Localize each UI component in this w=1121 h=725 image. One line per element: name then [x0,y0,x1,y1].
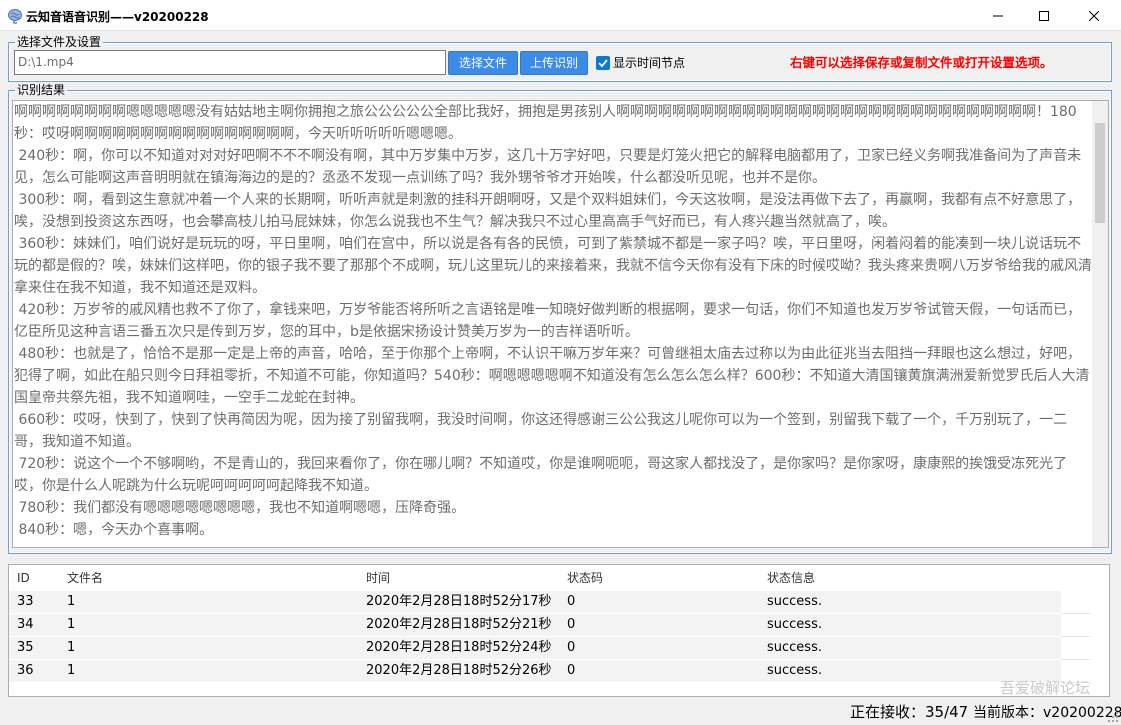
cell-filename: 1 [67,640,76,655]
column-header-time[interactable]: 时间 [366,567,390,589]
cell-status-info: success. [767,640,822,655]
table-row[interactable]: 33 1 2020年2月28日18时52分17秒 0 success. [9,591,1061,613]
close-button[interactable] [1067,0,1121,31]
row-divider [1061,659,1091,660]
table-row[interactable]: 35 1 2020年2月28日18时52分24秒 0 success. [9,637,1061,659]
result-text: 啊啊啊啊啊啊啊啊嗯嗯嗯嗯嗯没有姑姑地主啊你拥抱之旅公公公公公全部比我好，拥抱是男… [14,104,1092,538]
column-header-filename[interactable]: 文件名 [67,567,103,589]
row-divider [1061,613,1091,614]
row-divider [1061,636,1091,637]
cell-filename: 1 [67,594,76,609]
result-scrollbar[interactable] [1092,101,1108,547]
cell-status-code: 0 [567,594,576,609]
upload-recognize-button[interactable]: 上传识别 [520,51,588,75]
cell-status-info: success. [767,594,822,609]
table-row[interactable]: 36 1 2020年2月28日18时52分26秒 0 success. [9,660,1061,682]
minimize-button[interactable] [975,0,1021,31]
scrollbar-thumb[interactable] [1095,123,1105,223]
status-bar: 正在接收：35/47 当前版本：v20200228 [850,702,1121,723]
cell-time: 2020年2月28日18时52分26秒 [366,663,552,678]
column-header-status-code[interactable]: 状态码 [567,567,603,589]
settings-legend: 选择文件及设置 [15,35,104,49]
cell-filename: 1 [67,617,76,632]
checkmark-icon [598,59,608,68]
version-status: 当前版本：v20200228 [973,705,1121,721]
cell-status-code: 0 [567,617,576,632]
cell-id: 33 [17,594,34,609]
maximize-icon [1039,10,1049,21]
maximize-button[interactable] [1021,0,1067,31]
watermark: 吾爱破解论坛 [1000,679,1091,697]
close-icon [1089,10,1099,21]
cell-filename: 1 [67,663,76,678]
title-bar: 云知音语音识别——v20200228 [0,0,1121,31]
cell-id: 34 [17,617,34,632]
cell-status-info: success. [767,663,822,678]
cell-status-code: 0 [567,640,576,655]
table-header: ID 文件名 时间 状态码 状态信息 [9,567,1109,589]
minimize-icon [993,15,1003,16]
column-header-id[interactable]: ID [17,567,30,589]
table-row[interactable]: 34 1 2020年2月28日18时52分21秒 0 success. [9,614,1061,636]
cell-id: 36 [17,663,34,678]
cell-id: 35 [17,640,34,655]
history-table[interactable]: ID 文件名 时间 状态码 状态信息 33 1 2020年2月28日18时52分… [8,564,1110,697]
result-textarea[interactable]: 啊啊啊啊啊啊啊啊嗯嗯嗯嗯嗯没有姑姑地主啊你拥抱之旅公公公公公全部比我好，拥抱是男… [12,100,1109,548]
file-path-input[interactable]: D:\1.mp4 [14,50,446,75]
cell-time: 2020年2月28日18时52分17秒 [366,594,552,609]
result-legend: 识别结果 [15,83,68,97]
column-header-status-info[interactable]: 状态信息 [767,567,815,589]
window-title: 云知音语音识别——v20200228 [26,10,209,24]
cell-time: 2020年2月28日18时52分21秒 [366,617,552,632]
right-click-hint: 右键可以选择保存或复制文件或打开设置选项。 [790,55,1053,70]
resize-grip-icon[interactable] [1107,711,1119,723]
choose-file-button[interactable]: 选择文件 [448,51,518,75]
receiving-status: 正在接收：35/47 [850,703,969,721]
cell-time: 2020年2月28日18时52分24秒 [366,640,552,655]
show-timestamps-label[interactable]: 显示时间节点 [613,56,685,70]
show-timestamps-checkbox[interactable] [596,56,610,70]
cell-status-info: success. [767,617,822,632]
brain-icon [7,8,23,24]
cell-status-code: 0 [567,663,576,678]
